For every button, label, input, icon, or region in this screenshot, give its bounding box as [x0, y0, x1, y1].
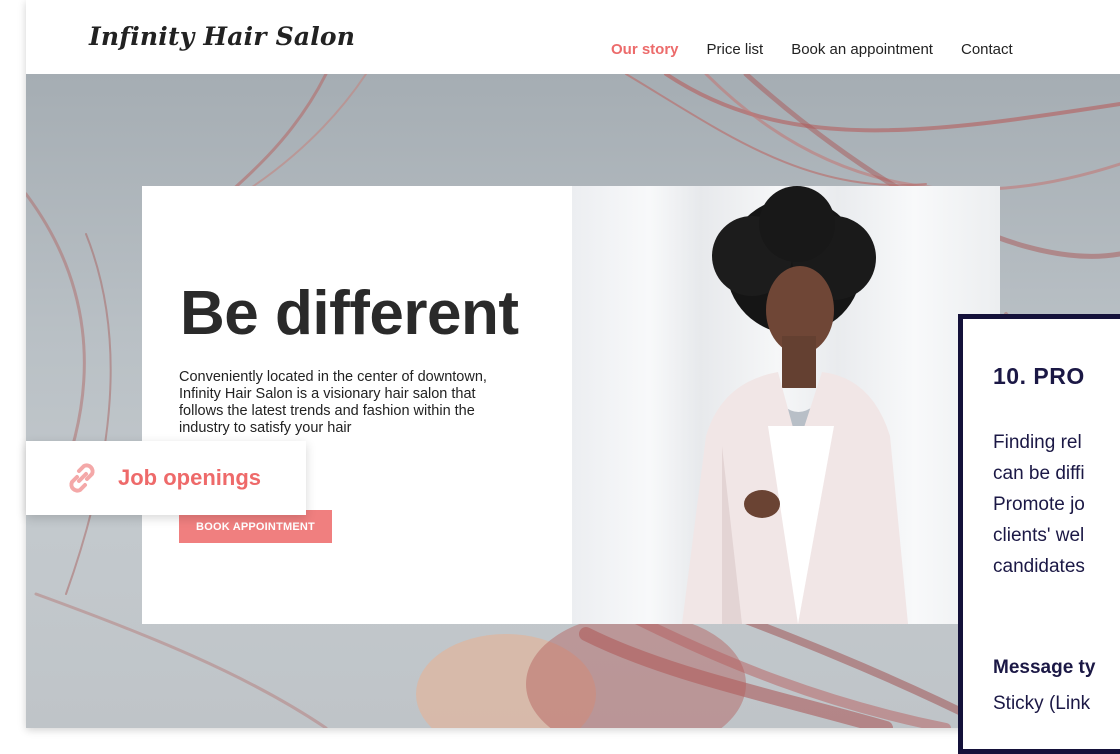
promo-line: Promote jo — [993, 494, 1085, 515]
promo-line: can be diffi — [993, 463, 1085, 484]
link-icon — [69, 463, 95, 493]
stylist-photo — [572, 186, 1000, 624]
message-type-value: Sticky (Link — [993, 693, 1091, 714]
hero-card: Be different Conveniently located in the… — [142, 186, 1000, 624]
promo-description: Finding rel can be diffi Promote jo clie… — [993, 427, 1120, 582]
promo-title: 10. PRO — [993, 363, 1085, 389]
hero-headline: Be different — [180, 279, 519, 348]
nav-link-our-story[interactable]: Our story — [611, 41, 679, 58]
promo-info-panel: 10. PRO Finding rel can be diffi Promote… — [958, 314, 1120, 754]
site-logo[interactable]: Infinity Hair Salon — [89, 22, 355, 51]
nav-link-book-appointment[interactable]: Book an appointment — [791, 41, 933, 58]
job-openings-sticky[interactable]: Job openings — [26, 441, 306, 515]
hero-intro-text: Conveniently located in the center of do… — [179, 369, 487, 436]
promo-line: Finding rel — [993, 432, 1082, 453]
message-type-label: Message ty — [993, 657, 1096, 678]
site-header: Infinity Hair Salon Our story Price list… — [26, 0, 1120, 74]
promo-line: clients' wel — [993, 525, 1085, 546]
nav-link-contact[interactable]: Contact — [961, 41, 1013, 58]
promo-line: candidates — [993, 556, 1085, 577]
main-nav: Our story Price list Book an appointment… — [611, 41, 1041, 58]
job-openings-label: Job openings — [118, 465, 261, 490]
nav-link-price-list[interactable]: Price list — [707, 41, 764, 58]
woman-portrait-illustration — [682, 186, 908, 624]
website-frame: Infinity Hair Salon Our story Price list… — [26, 0, 1120, 728]
